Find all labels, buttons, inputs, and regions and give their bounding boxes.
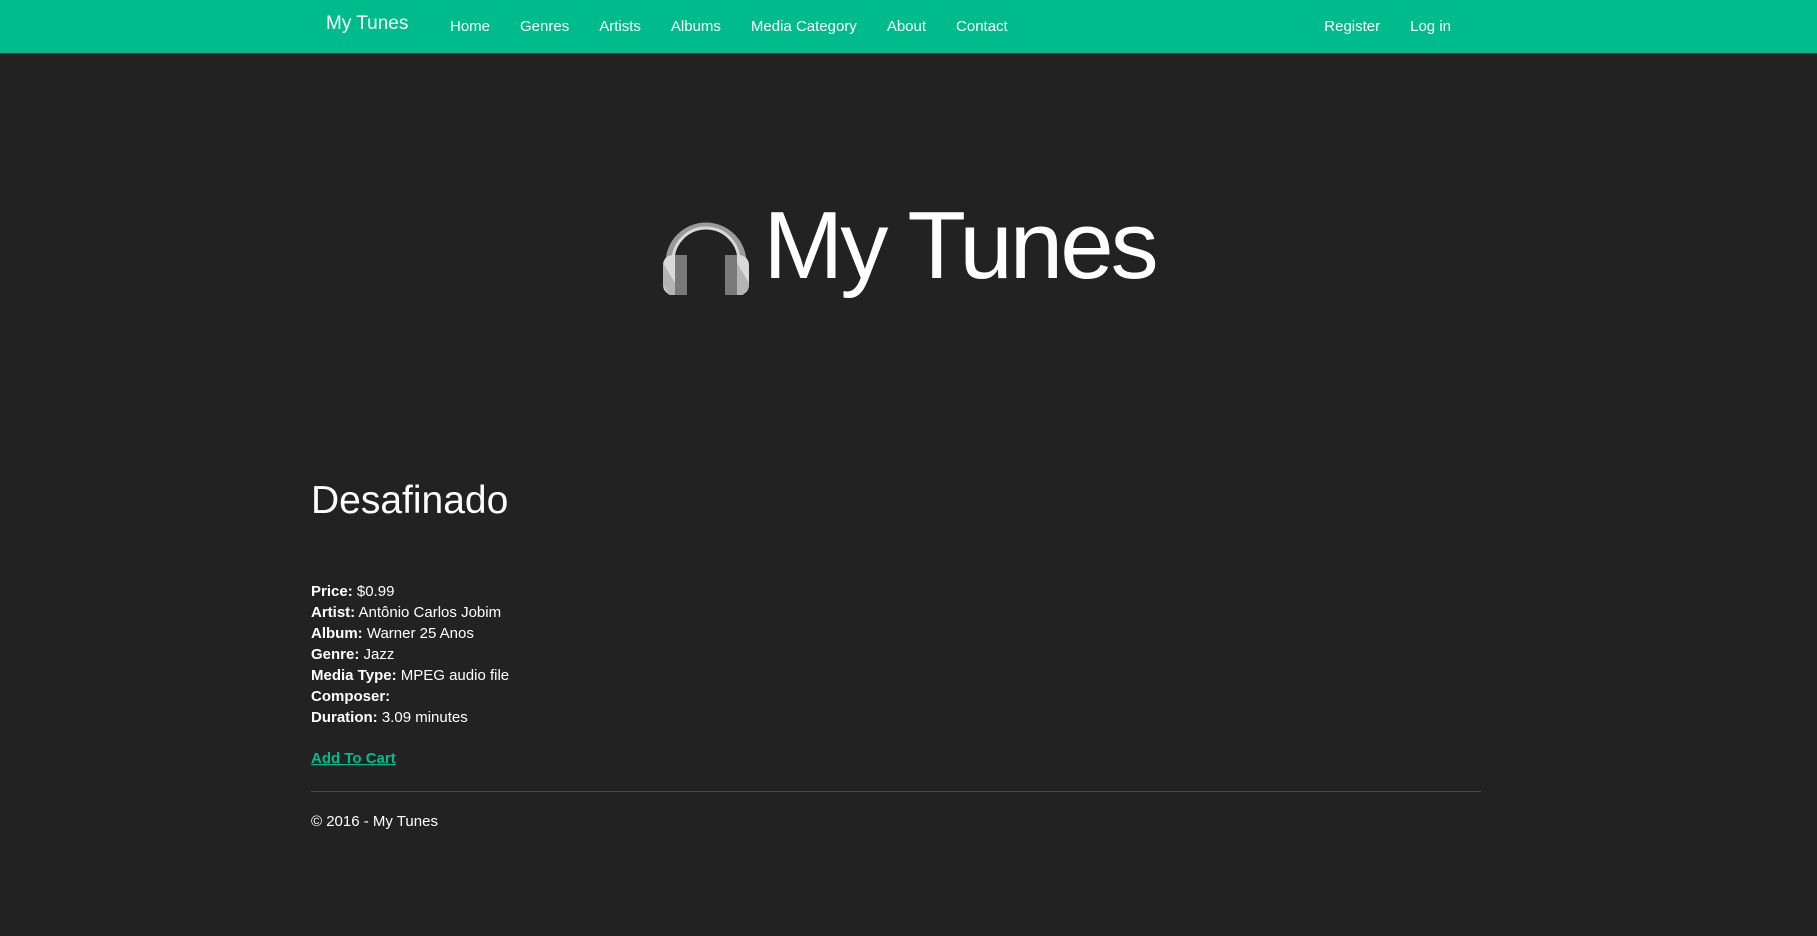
- footer-divider: [311, 791, 1481, 792]
- media-type-row: Media Type: MPEG audio file: [311, 665, 509, 686]
- album-value: Warner 25 Anos: [366, 625, 474, 642]
- nav-albums-link[interactable]: Albums: [656, 0, 736, 53]
- nav-contact-link[interactable]: Contact: [941, 0, 1023, 53]
- duration-value: 3.09 minutes: [381, 709, 468, 726]
- price-row: Price: $0.99: [311, 581, 509, 602]
- genre-label: Genre:: [311, 646, 360, 663]
- hero-title: My Tunes: [763, 192, 1158, 299]
- composer-row: Composer:: [311, 686, 509, 707]
- login-link[interactable]: Log in: [1395, 0, 1466, 53]
- duration-row: Duration: 3.09 minutes: [311, 707, 509, 728]
- hero-banner: My Tunes: [0, 190, 1817, 310]
- track-details-section: Desafinado Price: $0.99 Artist: Antônio …: [311, 479, 1481, 767]
- artist-label: Artist:: [311, 604, 356, 621]
- artist-value: Antônio Carlos Jobim: [358, 604, 502, 621]
- nav-links: Home Genres Artists Albums Media Categor…: [435, 0, 1023, 53]
- nav-account-links: Register Log in: [1309, 0, 1466, 53]
- nav-genres-link[interactable]: Genres: [505, 0, 584, 53]
- register-link[interactable]: Register: [1309, 0, 1395, 53]
- navbar-container: My Tunes Home Genres Artists Albums Medi…: [311, 0, 1481, 53]
- genre-value: Jazz: [363, 646, 395, 663]
- composer-label: Composer:: [311, 688, 391, 705]
- footer-copyright: © 2016 - My Tunes: [311, 813, 438, 830]
- add-to-cart-link[interactable]: Add To Cart: [311, 750, 396, 767]
- nav-artists-link[interactable]: Artists: [584, 0, 656, 53]
- nav-home-link[interactable]: Home: [435, 0, 505, 53]
- album-row: Album: Warner 25 Anos: [311, 623, 509, 644]
- headphones-icon: [661, 203, 751, 297]
- price-value: $0.99: [356, 583, 395, 600]
- genre-row: Genre: Jazz: [311, 644, 509, 665]
- price-label: Price:: [311, 583, 353, 600]
- nav-about-link[interactable]: About: [872, 0, 941, 53]
- artist-row: Artist: Antônio Carlos Jobim: [311, 602, 509, 623]
- duration-label: Duration:: [311, 709, 378, 726]
- nav-media-category-link[interactable]: Media Category: [736, 0, 872, 53]
- brand-link[interactable]: My Tunes: [326, 13, 408, 35]
- hero-logo: My Tunes: [661, 198, 1159, 297]
- media-type-value: MPEG audio file: [400, 667, 510, 684]
- top-navbar: My Tunes Home Genres Artists Albums Medi…: [0, 0, 1817, 53]
- track-details-list: Price: $0.99 Artist: Antônio Carlos Jobi…: [311, 581, 509, 728]
- track-title: Desafinado: [311, 479, 509, 522]
- media-type-label: Media Type:: [311, 667, 397, 684]
- album-label: Album:: [311, 625, 363, 642]
